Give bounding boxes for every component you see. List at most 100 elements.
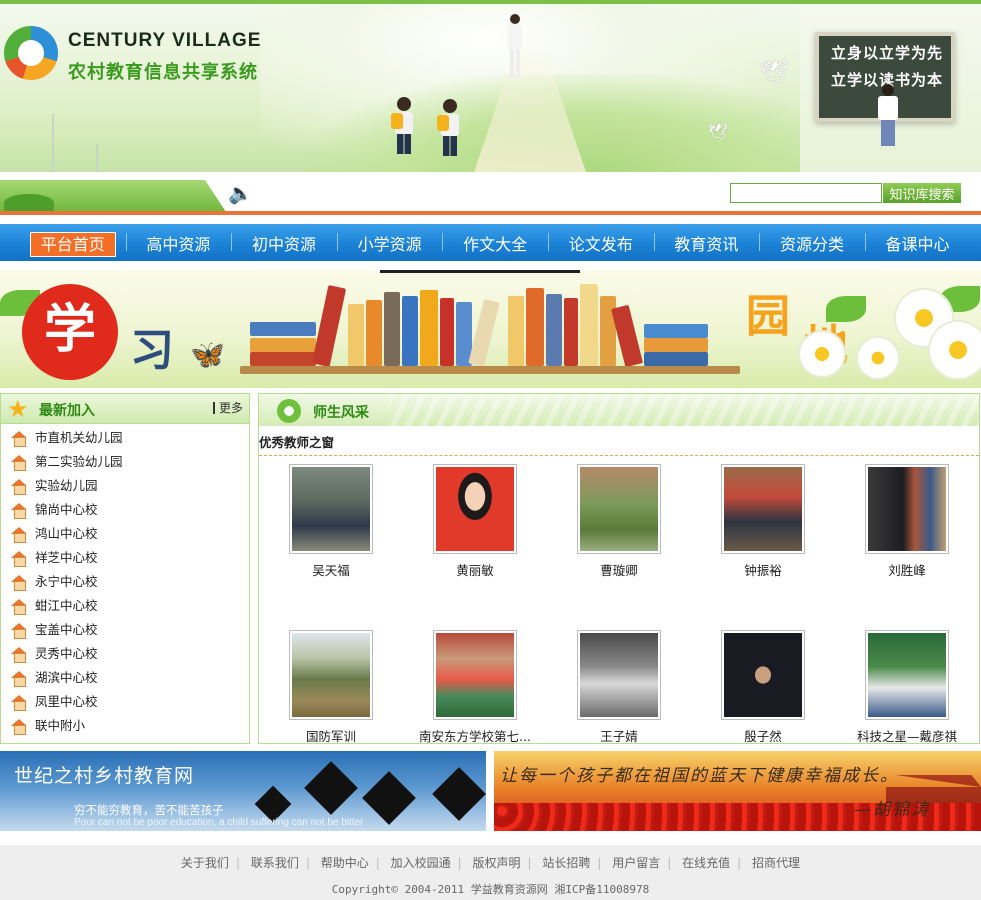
teacher-photo — [580, 467, 658, 551]
book — [348, 304, 364, 366]
photo-card[interactable]: 国防军训 — [261, 630, 401, 745]
footer-link-help[interactable]: 帮助中心 — [314, 856, 376, 870]
sun-icon — [277, 399, 301, 423]
school-list: 市直机关幼儿园 第二实验幼儿园 实验幼儿园 锦尚中心校 鸿山中心校 祥芝中心校 … — [1, 424, 249, 738]
turbine — [96, 144, 98, 172]
list-item[interactable]: 实验幼儿园 — [1, 474, 249, 498]
list-item[interactable]: 第二实验幼儿园 — [1, 450, 249, 474]
nav-item-home[interactable]: 平台首页 — [20, 231, 126, 257]
list-item[interactable]: 联中附小 — [1, 714, 249, 738]
photo-caption[interactable]: 钟振裕 — [693, 560, 833, 579]
photo-caption[interactable]: 黄丽敏 — [405, 560, 545, 579]
book — [250, 322, 316, 336]
banner-char-xi: 习 — [130, 325, 174, 376]
photo-frame[interactable] — [721, 464, 805, 554]
photo-caption[interactable]: 曹璇卿 — [549, 560, 689, 579]
knowledge-search-button[interactable]: 知识库搜索 — [883, 183, 961, 203]
photo-frame[interactable] — [721, 630, 805, 720]
nav-item-news[interactable]: 教育资讯 — [653, 231, 760, 255]
book — [600, 296, 616, 366]
photo-frame[interactable] — [577, 630, 661, 720]
slogan-banner[interactable]: 让每一个孩子都在祖国的蓝天下健康幸福成长。 —胡锦涛 — [494, 751, 981, 831]
photo-caption[interactable]: 吴天福 — [261, 560, 401, 579]
list-item[interactable]: 鸿山中心校 — [1, 522, 249, 546]
list-item-label: 湖滨中心校 — [35, 670, 98, 685]
photo-frame[interactable] — [577, 464, 661, 554]
photo-frame[interactable] — [289, 630, 373, 720]
list-item[interactable]: 宝盖中心校 — [1, 618, 249, 642]
footer-link-recharge[interactable]: 在线充值 — [675, 856, 737, 870]
list-item[interactable]: 锦尚中心校 — [1, 498, 249, 522]
book — [366, 300, 382, 366]
site-logo[interactable] — [4, 26, 58, 80]
more-link[interactable]: 更多 — [212, 402, 243, 414]
nav-item-primary-school[interactable]: 小学资源 — [336, 231, 443, 255]
list-item-label: 实验幼儿园 — [35, 478, 98, 493]
photo-frame[interactable] — [433, 630, 517, 720]
photo-card[interactable]: 南安东方学校第七... — [405, 630, 545, 745]
footer-link-agency[interactable]: 招商代理 — [745, 856, 807, 870]
home-icon — [11, 647, 27, 663]
footer-link-join[interactable]: 加入校园通 — [384, 856, 458, 870]
list-item[interactable]: 湖滨中心校 — [1, 666, 249, 690]
nav-item-high-school[interactable]: 高中资源 — [125, 231, 232, 255]
speaker-icon[interactable]: 🔈 — [228, 181, 253, 205]
brand-chinese: 农村教育信息共享系统 — [68, 62, 258, 83]
home-icon — [11, 431, 27, 447]
photo-caption[interactable]: 南安东方学校第七... — [405, 726, 545, 745]
photo-caption[interactable]: 刘胜峰 — [837, 560, 977, 579]
list-item[interactable]: 祥芝中心校 — [1, 546, 249, 570]
photo-card[interactable]: 曹璇卿 — [549, 464, 689, 579]
leaf-decoration — [826, 296, 866, 322]
footer-link-recruit[interactable]: 站长招聘 — [535, 856, 597, 870]
home-icon — [11, 671, 27, 687]
footer-link-about[interactable]: 关于我们 — [174, 856, 236, 870]
search-input[interactable] — [730, 183, 882, 203]
photo-card[interactable]: 科技之星—戴彦祺 — [837, 630, 977, 745]
home-icon — [11, 479, 27, 495]
book — [420, 290, 438, 366]
photo-card[interactable]: 钟振裕 — [693, 464, 833, 579]
list-item[interactable]: 蚶江中心校 — [1, 594, 249, 618]
bookshelf — [240, 366, 740, 374]
dashed-divider — [259, 455, 979, 456]
nav-item-papers[interactable]: 论文发布 — [547, 231, 654, 255]
photo-caption[interactable]: 殷子然 — [693, 726, 833, 745]
list-item[interactable]: 市直机关幼儿园 — [1, 426, 249, 450]
teacher-photo — [724, 467, 802, 551]
panel-header: ★ 最新加入 更多 — [1, 394, 249, 424]
photo-caption[interactable]: 国防军训 — [261, 726, 401, 745]
nav-item-lesson-prep[interactable]: 备课中心 — [864, 231, 971, 255]
photo-card[interactable]: 黄丽敏 — [405, 464, 545, 579]
nav-item-essays[interactable]: 作文大全 — [442, 231, 548, 255]
teacher-photo — [724, 633, 802, 717]
list-item[interactable]: 灵秀中心校 — [1, 642, 249, 666]
photo-frame[interactable] — [289, 464, 373, 554]
photo-card[interactable]: 吴天福 — [261, 464, 401, 579]
village-education-banner[interactable]: 世纪之村乡村教育网 穷不能穷教育，苦不能苦孩子 Poor can not be … — [0, 751, 486, 831]
star-icon: ★ — [7, 395, 29, 423]
photo-card[interactable]: 刘胜峰 — [837, 464, 977, 579]
book — [580, 284, 598, 366]
footer-link-feedback[interactable]: 用户留言 — [605, 856, 667, 870]
photo-caption[interactable]: 科技之星—戴彦祺 — [837, 726, 977, 745]
panel-title: 最新加入 — [39, 403, 95, 419]
book — [564, 298, 578, 366]
photo-frame[interactable] — [865, 464, 949, 554]
footer-link-contact[interactable]: 联系我们 — [244, 856, 306, 870]
list-item[interactable]: 永宁中心校 — [1, 570, 249, 594]
footer-link-copyright[interactable]: 版权声明 — [465, 856, 527, 870]
photo-frame[interactable] — [865, 630, 949, 720]
photo-frame[interactable] — [433, 464, 517, 554]
photo-card[interactable]: 殷子然 — [693, 630, 833, 745]
photo-card[interactable]: 王子婧 — [549, 630, 689, 745]
list-item[interactable]: 凤里中心校 — [1, 690, 249, 714]
nav-item-categories[interactable]: 资源分类 — [759, 231, 865, 255]
book — [311, 285, 347, 367]
nav-item-middle-school[interactable]: 初中资源 — [231, 231, 337, 255]
book — [644, 338, 708, 352]
teacher-photo — [292, 633, 370, 717]
photo-caption[interactable]: 王子婧 — [549, 726, 689, 745]
banner-top-edge — [380, 270, 580, 273]
banner-title: 世纪之村乡村教育网 — [14, 765, 195, 787]
